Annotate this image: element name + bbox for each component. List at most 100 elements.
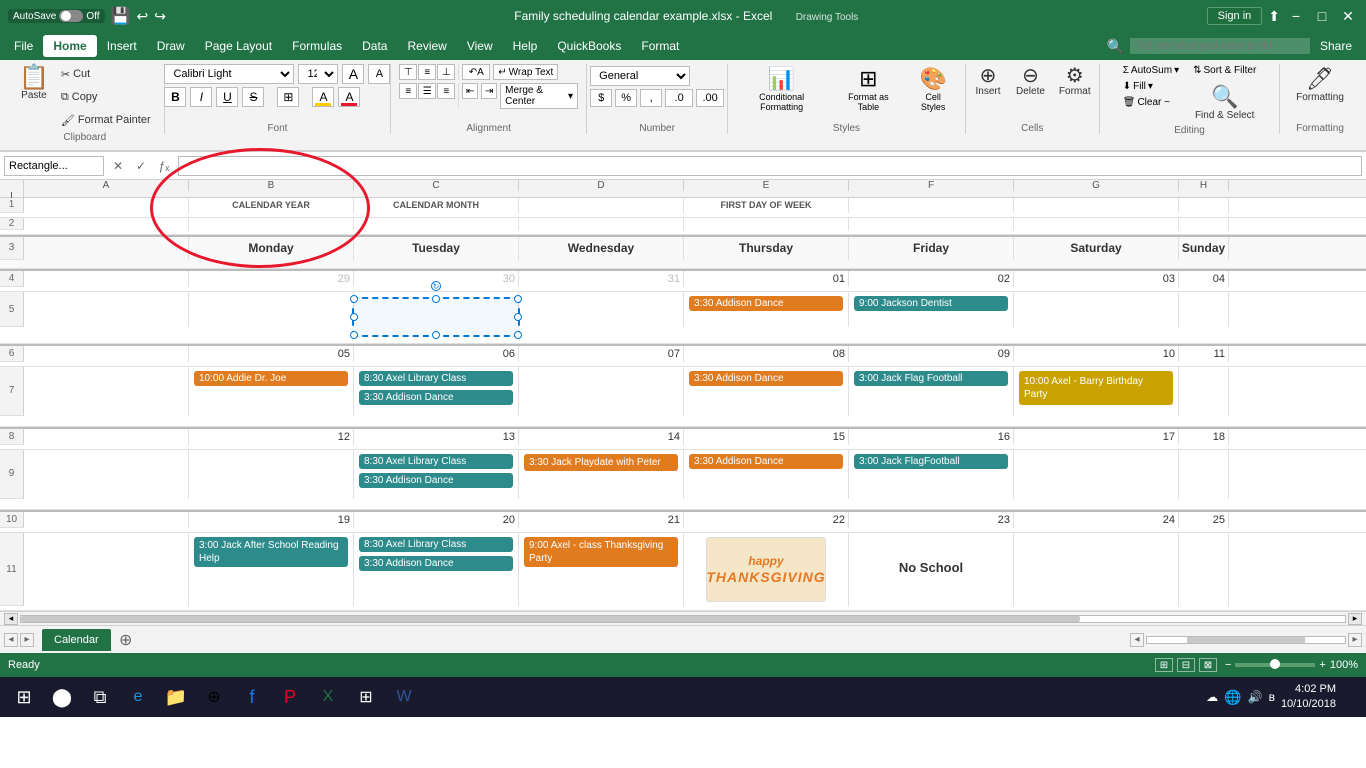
event-sat-w2-axel-birthday[interactable]: 10:00 Axel - Barry Birthday Party [1019,371,1173,405]
cell-styles-button[interactable]: 🎨 Cell Styles [910,64,957,114]
chrome-button[interactable]: ⊕ [198,681,230,713]
cell-b1[interactable]: CALENDAR YEAR [189,198,354,213]
comma-button[interactable]: , [640,89,662,107]
delete-button[interactable]: ⊖ Delete [1011,64,1050,99]
merge-center-button[interactable]: Merge & Center ▾ [500,83,578,109]
menu-item-help[interactable]: Help [503,35,548,57]
cell-c1[interactable]: CALENDAR MONTH [354,198,519,213]
cell-d2[interactable] [519,218,684,230]
cell-a2[interactable] [24,218,189,230]
tab-scroll-left[interactable]: ◂ [4,633,18,647]
sheet-scrollbar[interactable] [1146,636,1346,644]
bluetooth-icon[interactable]: ʙ [1269,690,1275,704]
cell-i6[interactable] [0,362,24,366]
scroll-right-btn[interactable]: ▸ [1348,613,1362,625]
cell-b4-mon-29[interactable]: 29 [189,271,354,287]
increase-font-button[interactable]: A [342,64,364,84]
cell-c6-tue-06[interactable]: 06 [354,346,519,362]
cell-i9[interactable] [0,499,24,510]
menu-item-formulas[interactable]: Formulas [282,35,352,57]
cell-e10-thu-22[interactable]: 22 [684,512,849,528]
col-header-f[interactable]: F [849,180,1014,191]
cell-a3[interactable] [24,237,189,260]
cell-f2[interactable] [849,218,1014,230]
cell-f9-fri[interactable]: 3:00 Jack FlagFootball [849,450,1014,499]
sheet-scroll-left[interactable]: ◂ [1130,633,1144,647]
cell-b7-mon[interactable]: 10:00 Addie Dr. Joe [189,367,354,416]
cell-f11-fri[interactable]: No School [849,533,1014,606]
cell-h6-sun-11[interactable]: 11 [1179,346,1229,362]
insert-function-icon[interactable]: ƒₓ [154,156,174,176]
event-tue-w2-axel-top[interactable]: 8:30 Axel Library Class [359,371,513,386]
scroll-left-btn[interactable]: ◂ [4,613,18,625]
cell-e4-thu-01[interactable]: 01 [684,271,849,287]
menu-item-quickbooks[interactable]: QuickBooks [547,35,631,57]
close-button[interactable]: ✕ [1338,6,1358,26]
cell-a11[interactable] [24,533,189,606]
cell-c8-tue-13[interactable]: 13 [354,429,519,445]
cell-h9-sun[interactable] [1179,450,1229,499]
cell-a7[interactable] [24,367,189,416]
event-fri-w3-jack-football[interactable]: 3:00 Jack FlagFootball [854,454,1008,469]
col-header-e[interactable]: E [684,180,849,191]
ribbon-collapse-icon[interactable]: ⬆ [1268,8,1280,25]
cell-g10-sat-24[interactable]: 24 [1014,512,1179,528]
sort-filter-button[interactable]: ⇅ Sort & Filter [1189,64,1260,77]
autosum-button[interactable]: Σ AutoSum ▾ [1119,64,1183,77]
cell-g11-sat[interactable] [1014,533,1179,606]
cell-g9-sat[interactable] [1014,450,1179,499]
event-wed-w4-thanksgiving[interactable]: 9:00 Axel - class Thanksgiving Party [524,537,678,567]
col-header-b[interactable]: B [189,180,354,191]
clear-button[interactable]: 🗑 Clear ~ [1119,96,1183,109]
formatting-button[interactable]: 🖊 Formatting [1291,64,1349,105]
search-button[interactable]: ⬤ [46,681,78,713]
cell-e11-thu[interactable]: happy THANKSGIVING [684,533,849,606]
redo-icon[interactable]: ↪ [154,8,166,25]
font-name-select[interactable]: Calibri Light [164,64,294,84]
align-right-button[interactable]: ≡ [437,83,455,99]
cell-c2[interactable] [354,218,519,230]
file-explorer-button[interactable]: 📁 [160,681,192,713]
menu-item-review[interactable]: Review [397,35,456,57]
cell-f10-fri-23[interactable]: 23 [849,512,1014,528]
cell-a9[interactable] [24,450,189,499]
increase-indent-button[interactable]: ⇥ [481,83,497,99]
cell-b3-monday[interactable]: Monday [189,237,354,260]
cell-e6-thu-08[interactable]: 08 [684,346,849,362]
event-tue-w4-dance-bot[interactable]: 3:30 Addison Dance [359,556,513,571]
zoom-in-btn[interactable]: + [1319,659,1325,671]
search-input[interactable] [1130,38,1310,54]
cell-d10-wed-21[interactable]: 21 [519,512,684,528]
cell-f4-fri-02[interactable]: 02 [849,271,1014,287]
cancel-formula-icon[interactable]: ✕ [108,156,128,176]
cell-e7-thu[interactable]: 3:30 Addison Dance [684,367,849,416]
align-center-button[interactable]: ☰ [418,83,436,99]
confirm-formula-icon[interactable]: ✓ [131,156,151,176]
format-button[interactable]: ⚙ Format [1054,64,1096,99]
menu-item-insert[interactable]: Insert [97,35,147,57]
cell-i1[interactable] [0,213,24,218]
cell-b6-mon-05[interactable]: 05 [189,346,354,362]
name-box[interactable]: Rectangle... [4,156,104,176]
menu-item-home[interactable]: Home [43,35,96,57]
cell-h4-sun-04[interactable]: 04 [1179,271,1229,287]
autosave-toggle[interactable]: AutoSave Off [8,9,105,23]
cut-button[interactable]: ✂ Cut [56,64,156,84]
share-button[interactable]: Share [1310,35,1362,57]
onedrive-icon[interactable]: ☁ [1206,690,1218,704]
cell-i10[interactable] [0,528,24,532]
cell-e9-thu[interactable]: 3:30 Addison Dance [684,450,849,499]
border-button[interactable]: ⊞ [277,87,299,107]
event-thu-w1-dance[interactable]: 3:30 Addison Dance [689,296,843,311]
zoom-out-btn[interactable]: − [1225,659,1231,671]
internet-icon[interactable]: 🌐 [1224,689,1241,706]
sheet-tab-calendar[interactable]: Calendar [42,629,111,651]
find-select-button[interactable]: 🔍 Find & Select [1189,82,1260,123]
cell-d9-wed[interactable]: 3:30 Jack Playdate with Peter [519,450,684,499]
cell-f5-fri[interactable]: 9:00 Jackson Dentist [849,292,1014,327]
wrap-text-button[interactable]: ↵ Wrap Text [493,64,558,80]
cell-c7-tue[interactable]: 8:30 Axel Library Class 3:30 Addison Dan… [354,367,519,416]
cell-g1[interactable] [1014,198,1179,213]
cell-a8[interactable] [24,429,189,445]
cell-f7-fri[interactable]: 3:00 Jack Flag Football [849,367,1014,416]
